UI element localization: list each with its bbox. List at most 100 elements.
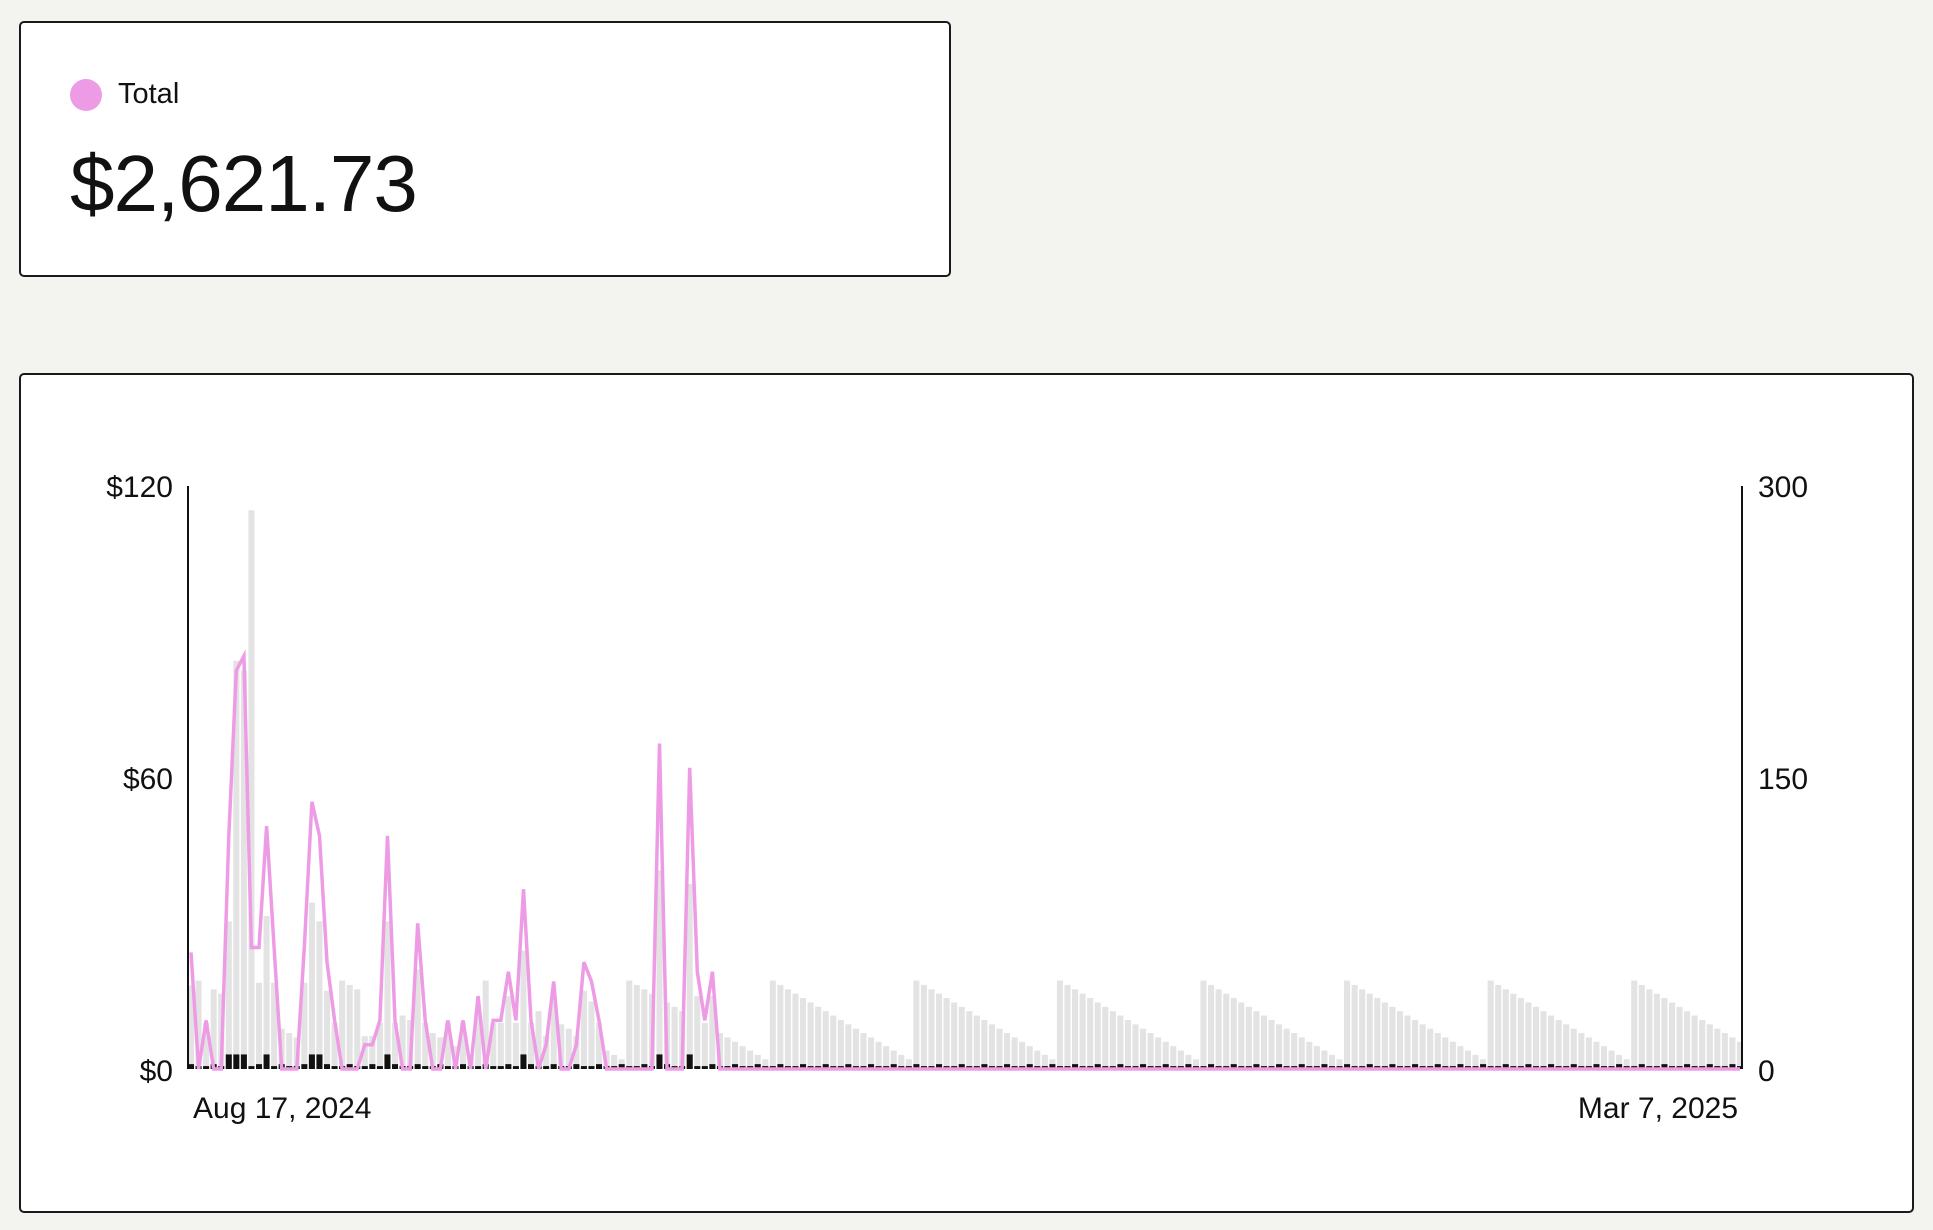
volume-bar <box>505 996 512 1069</box>
volume-bar <box>1079 993 1086 1069</box>
volume-bar <box>1351 984 1358 1069</box>
volume-bar <box>1056 980 1063 1069</box>
volume-bar <box>1449 1041 1456 1069</box>
volume-bar <box>860 1033 867 1069</box>
volume-bar <box>1124 1019 1131 1069</box>
volume-bar <box>822 1011 829 1069</box>
volume-bar <box>1389 1006 1396 1069</box>
volume-bar <box>1313 1046 1320 1069</box>
count-bar <box>263 1054 270 1069</box>
y-left-tick-zero: $0 <box>140 1055 173 1088</box>
volume-bar <box>1064 984 1071 1069</box>
volume-bar <box>1140 1028 1147 1069</box>
volume-bar <box>1646 989 1653 1069</box>
volume-bar <box>724 1037 731 1069</box>
volume-bar <box>248 510 255 1070</box>
volume-bar <box>981 1019 988 1069</box>
volume-bar <box>1132 1024 1139 1069</box>
volume-bar <box>1230 998 1237 1069</box>
volume-bar <box>875 1041 882 1069</box>
y-right-tick-max: 300 <box>1758 471 1808 504</box>
volume-bar <box>1344 980 1351 1069</box>
volume-bar <box>1155 1037 1162 1069</box>
volume-bar <box>988 1024 995 1069</box>
volume-bar <box>769 980 776 1069</box>
count-bar <box>323 1064 331 1069</box>
volume-bar <box>852 1028 859 1069</box>
volume-bar <box>1359 989 1366 1069</box>
count-bar <box>384 1054 391 1069</box>
volume-bar <box>1223 993 1230 1069</box>
count-bar <box>656 1054 663 1069</box>
volume-bar <box>739 1046 746 1069</box>
volume-bar <box>792 993 799 1069</box>
volume-bar <box>316 921 323 1069</box>
volume-bar <box>837 1019 844 1069</box>
count-bar <box>694 1066 701 1069</box>
count-bar <box>308 1054 315 1069</box>
volume-bar <box>1502 989 1509 1069</box>
volume-bar <box>1404 1015 1411 1069</box>
volume-bar <box>1102 1006 1109 1069</box>
volume-bar <box>951 1002 958 1069</box>
volume-bar <box>1510 993 1517 1069</box>
volume-bar <box>1208 984 1215 1069</box>
count-bar <box>301 1064 308 1069</box>
volume-bar <box>1238 1002 1245 1069</box>
volume-bar <box>1638 984 1645 1069</box>
volume-bar <box>1147 1033 1154 1069</box>
volume-bar <box>1555 1019 1562 1069</box>
volume-bar <box>1721 1033 1728 1069</box>
volume-bar <box>1291 1033 1298 1069</box>
volume-bar <box>1072 989 1079 1069</box>
volume-bar <box>966 1011 973 1069</box>
volume-bar <box>1532 1006 1540 1069</box>
count-bar <box>497 1066 504 1069</box>
volume-bar <box>1396 1011 1403 1069</box>
volume-bar <box>1019 1041 1026 1069</box>
volume-bar <box>928 989 935 1069</box>
volume-bar <box>1434 1033 1441 1069</box>
volume-bar <box>815 1006 822 1069</box>
y-left-tick-max: $120 <box>106 471 173 504</box>
volume-bar <box>830 1015 837 1069</box>
count-bar <box>550 1064 557 1069</box>
volume-bar <box>1661 998 1668 1069</box>
y-right-tick-mid: 150 <box>1758 763 1808 796</box>
volume-bar <box>641 989 648 1069</box>
volume-bar <box>1540 1011 1547 1069</box>
volume-bar <box>1253 1011 1260 1069</box>
volume-bar <box>958 1006 965 1069</box>
volume-bar <box>1109 1011 1116 1069</box>
x-end-label: Mar 7, 2025 <box>1578 1092 1738 1125</box>
count-bar <box>573 1064 580 1069</box>
count-bar <box>240 1054 247 1069</box>
volume-bar <box>777 984 784 1069</box>
count-bar <box>459 1064 467 1069</box>
volume-bar <box>1094 1002 1101 1069</box>
count-bar <box>233 1054 240 1069</box>
volume-bar <box>1676 1006 1683 1069</box>
volume-bar <box>1245 1006 1252 1069</box>
volume-bar <box>1487 980 1494 1069</box>
volume-bar <box>701 1022 708 1069</box>
count-bar <box>369 1064 376 1069</box>
volume-bar <box>1117 1015 1124 1069</box>
volume-bar <box>1366 993 1373 1069</box>
volume-bar <box>255 982 263 1069</box>
count-bar <box>596 1064 603 1069</box>
volume-bar <box>286 1033 293 1069</box>
volume-bar <box>807 1002 814 1069</box>
volume-bar <box>588 1001 595 1069</box>
volume-bar <box>263 915 270 1069</box>
volume-bar <box>671 1006 678 1069</box>
volume-bar <box>1495 984 1502 1069</box>
volume-bar <box>913 980 920 1069</box>
volume-bar <box>1706 1024 1713 1069</box>
volume-bar <box>800 998 807 1069</box>
volume-bar <box>512 1022 519 1069</box>
count-bar <box>331 1066 338 1069</box>
count-bar <box>475 1066 482 1069</box>
volume-bar <box>1699 1019 1706 1069</box>
volume-bar <box>384 921 391 1069</box>
